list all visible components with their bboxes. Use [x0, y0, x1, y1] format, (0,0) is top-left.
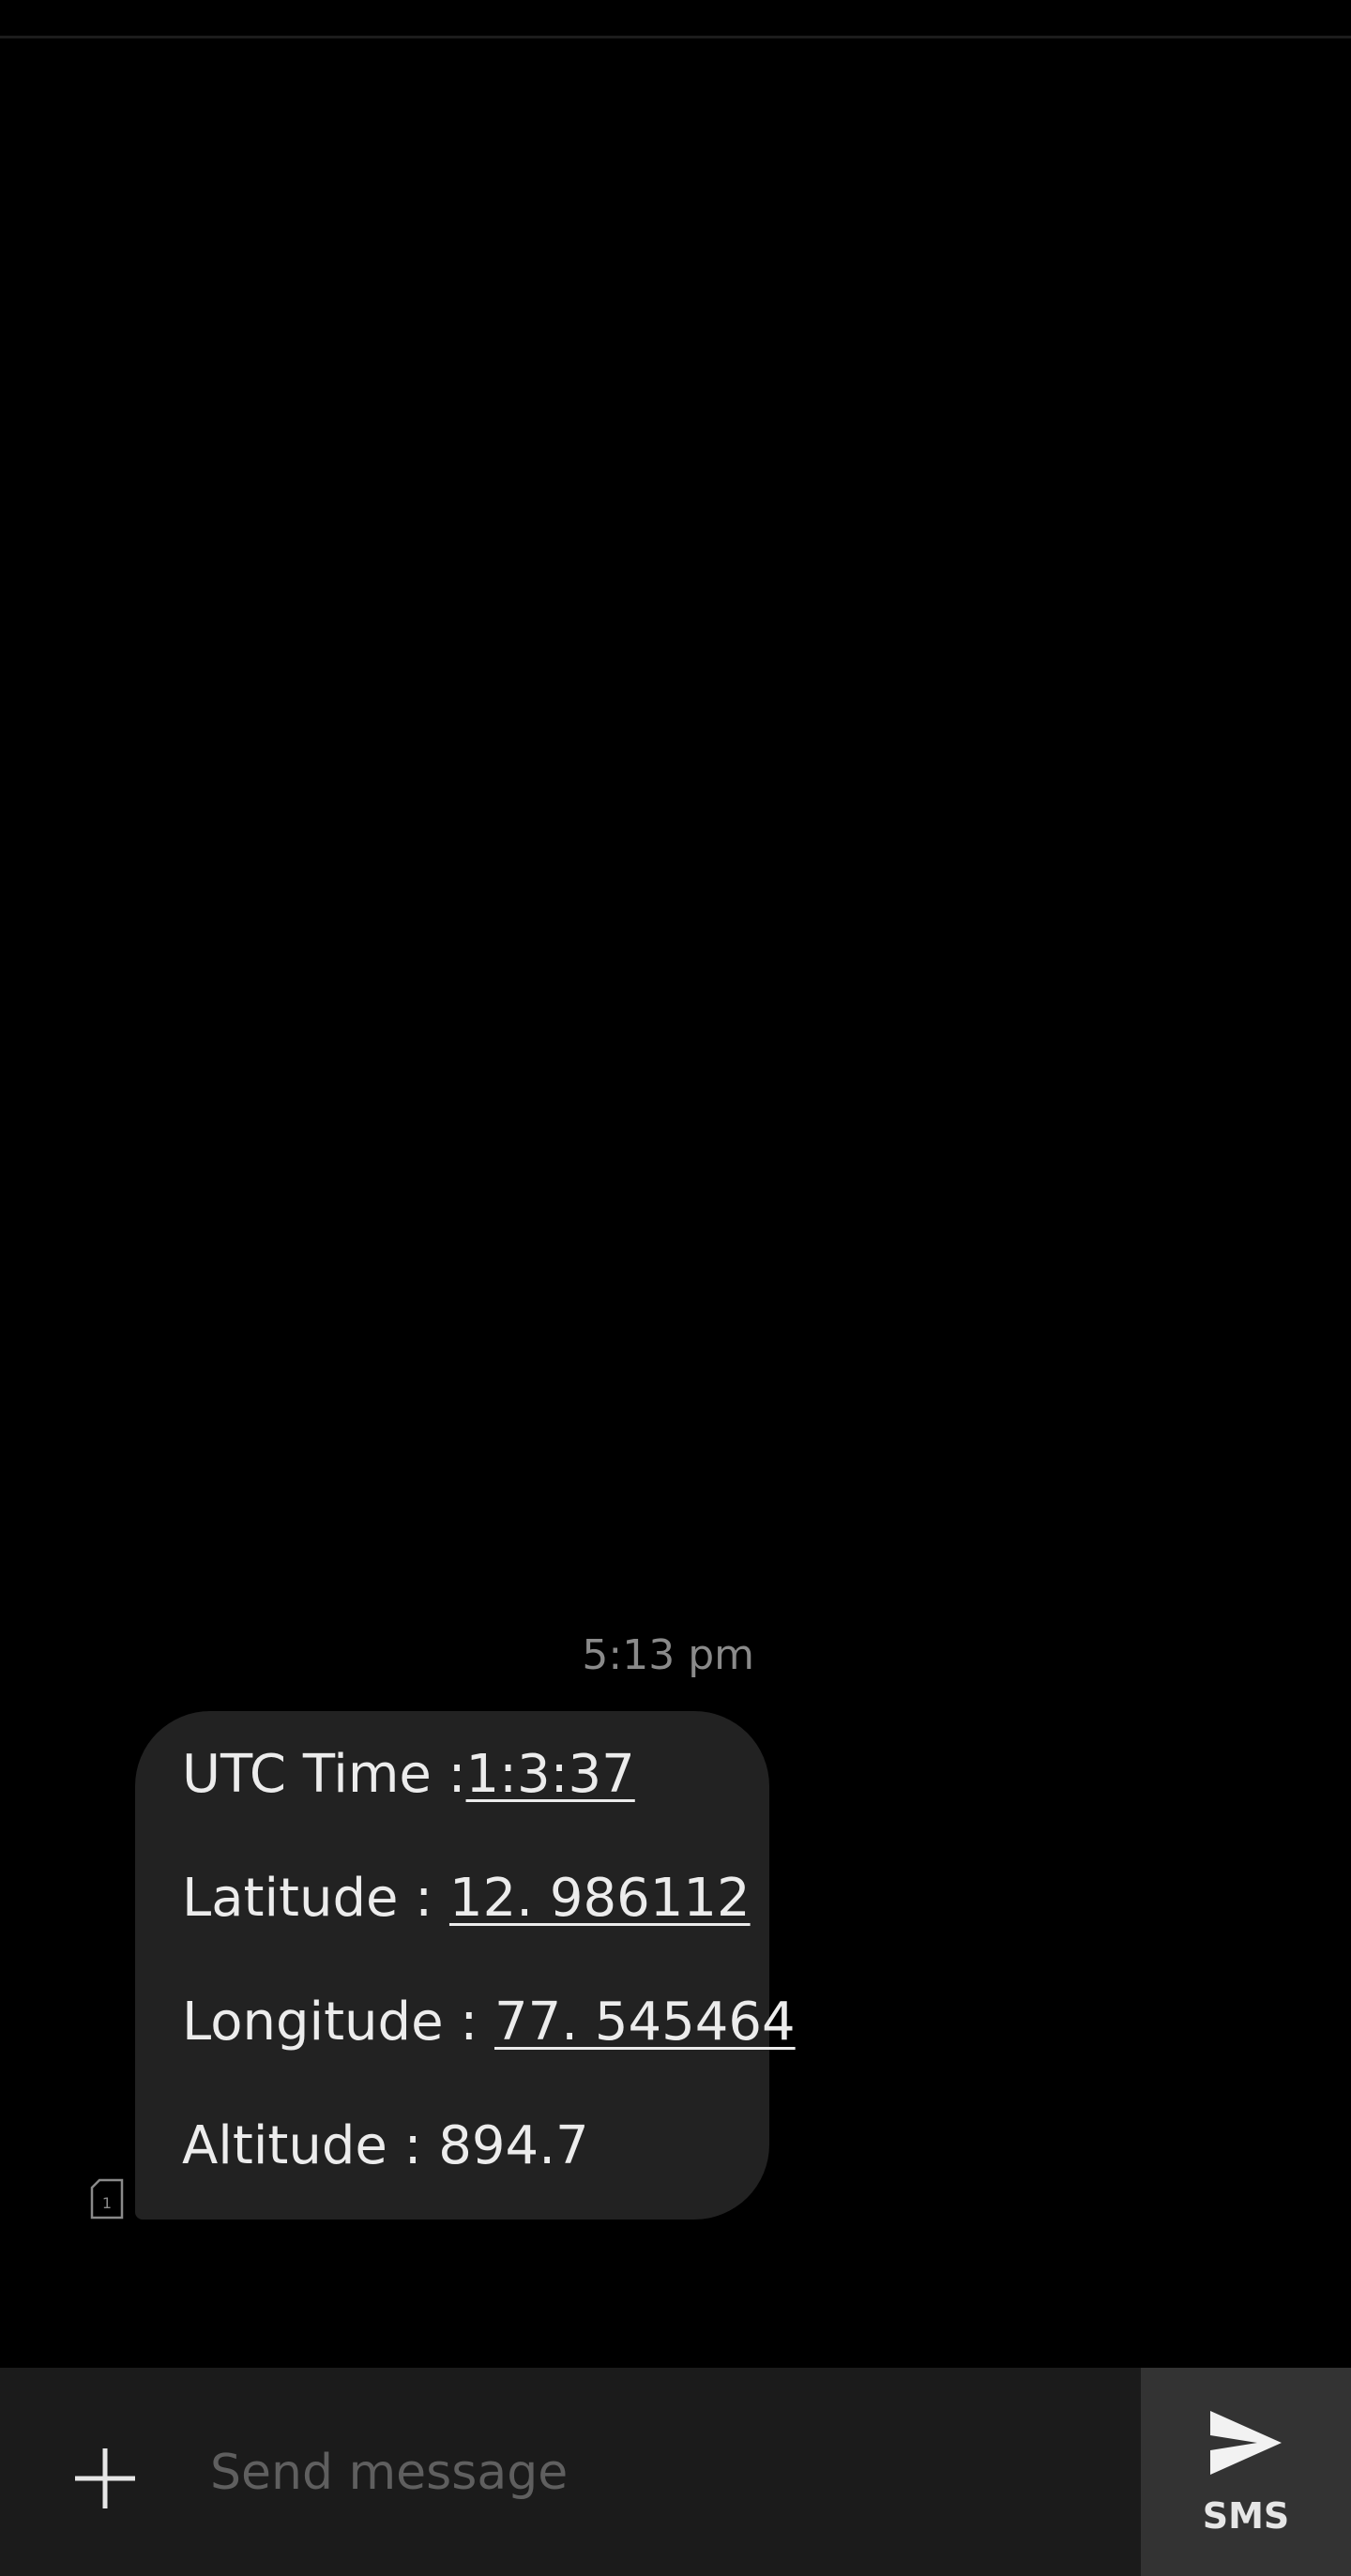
plus-icon[interactable]	[69, 2443, 141, 2514]
top-divider	[0, 36, 1351, 38]
sim-slot-number: 1	[102, 2194, 112, 2212]
message-line-altitude: Altitude : 894.7	[182, 2113, 589, 2180]
utc-time-link[interactable]: 1:3:37	[466, 1744, 635, 1805]
message-line-utc-time: UTC Time :1:3:37	[182, 1741, 635, 1809]
sim-card-icon: 1	[90, 2178, 124, 2220]
utc-time-label: UTC Time :	[182, 1744, 466, 1805]
longitude-link[interactable]: 77. 545464	[494, 1992, 796, 2053]
send-arrow-icon	[1210, 2411, 1282, 2475]
message-line-latitude: Latitude : 12. 986112	[182, 1865, 751, 1932]
altitude-text: Altitude : 894.7	[182, 2115, 589, 2176]
message-bubble[interactable]: UTC Time :1:3:37 Latitude : 12. 986112 L…	[135, 1711, 796, 2220]
latitude-label: Latitude :	[182, 1868, 449, 1929]
send-label: SMS	[1202, 2495, 1290, 2537]
message-line-longitude: Longitude : 77. 545464	[182, 1989, 796, 2056]
send-message-input[interactable]	[210, 2433, 1092, 2512]
send-sms-button[interactable]: SMS	[1141, 2368, 1351, 2576]
message-timestamp: 5:13 pm	[582, 1631, 754, 1679]
latitude-link[interactable]: 12. 986112	[449, 1868, 751, 1929]
longitude-label: Longitude :	[182, 1992, 494, 2053]
